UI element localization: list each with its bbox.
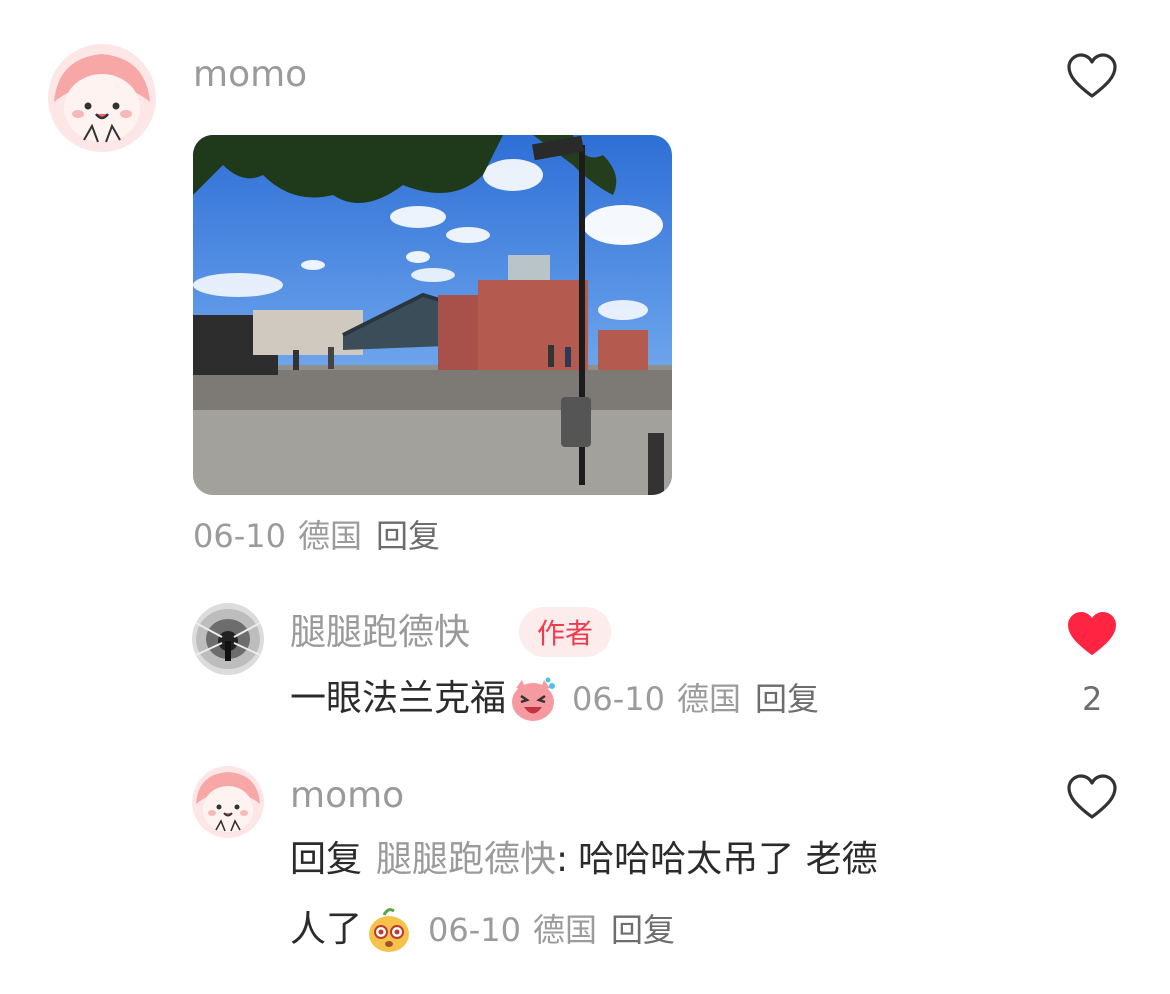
reply-meta: 06-10 德国 回复 [428, 914, 675, 946]
reply-location: 德国 [677, 680, 742, 718]
surprised-bean-emoji-icon [364, 905, 414, 955]
reply-username[interactable]: 腿腿跑德快 [290, 615, 470, 651]
reply-username[interactable]: momo [290, 778, 404, 814]
laughing-pig-emoji-icon [508, 674, 558, 724]
reply-to-username[interactable]: 腿腿跑德快 [376, 842, 556, 878]
comment-date: 06-10 [193, 517, 286, 555]
reply-text: 一眼法兰克福 [290, 678, 507, 719]
reply-button[interactable]: 回复 [611, 911, 675, 949]
reply-text: 人了 [290, 909, 363, 950]
reply-date: 06-10 [428, 911, 521, 949]
reply-prefix: 回复 [290, 839, 363, 880]
avatar[interactable] [192, 603, 264, 675]
comment-location: 德国 [297, 517, 362, 555]
comment-thread: momo 06-10 德国 回复 腿腿跑德快 作者 一眼法兰克福 06-10 德… [0, 0, 1170, 994]
reply-location: 德国 [533, 911, 598, 949]
reply-button[interactable]: 回复 [755, 680, 819, 718]
comment-photo[interactable] [193, 135, 672, 495]
avatar[interactable] [192, 766, 264, 838]
comment-meta: 06-10 德国 回复 [193, 520, 440, 552]
reply-meta: 06-10 德国 回复 [572, 683, 819, 715]
reply-text: 哈哈哈太吊了 老德 [578, 839, 878, 880]
reply-colon: : [556, 839, 569, 880]
like-count: 2 [1082, 680, 1103, 718]
reply-date: 06-10 [572, 680, 665, 718]
like-heart-icon[interactable] [1066, 52, 1118, 100]
liked-heart-icon[interactable] [1066, 610, 1118, 658]
comment-username[interactable]: momo [193, 57, 307, 93]
like-heart-icon[interactable] [1066, 773, 1118, 821]
avatar[interactable] [48, 44, 156, 152]
reply-button[interactable]: 回复 [376, 517, 440, 555]
reply-content-continued[interactable]: 人了 06-10 德国 回复 [290, 905, 675, 955]
reply-content[interactable]: 一眼法兰克福 06-10 德国 回复 [290, 674, 819, 724]
author-badge: 作者 [519, 607, 612, 657]
reply-content[interactable]: 回复 腿腿跑德快 : 哈哈哈太吊了 老德 [290, 842, 878, 878]
